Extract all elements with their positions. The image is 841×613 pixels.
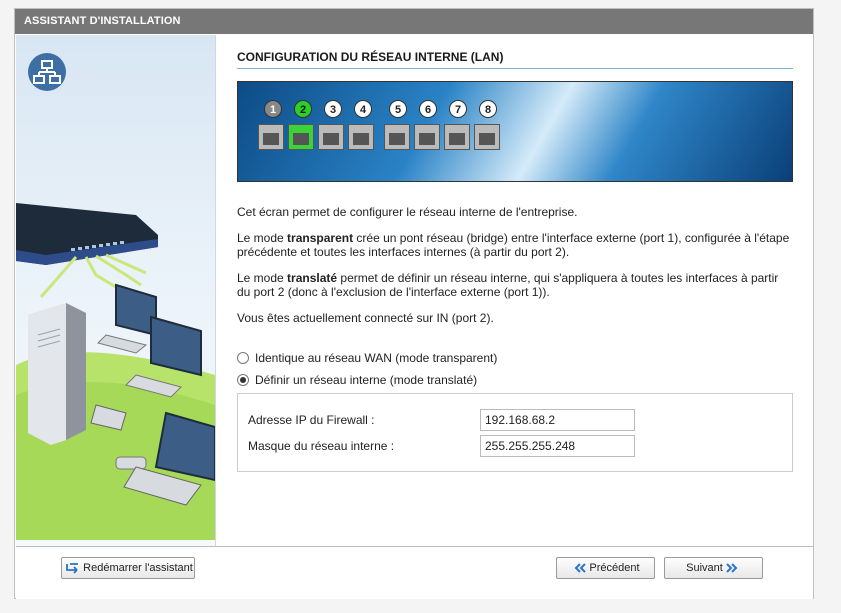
radio-transparent[interactable] xyxy=(237,352,249,364)
translated-description: Le mode translaté permet de définir un r… xyxy=(237,271,779,299)
side-illustration xyxy=(16,35,216,546)
main-panel: CONFIGURATION DU RÉSEAU INTERNE (LAN) 1 … xyxy=(237,35,793,472)
ethernet-port-icon xyxy=(444,124,470,150)
radio-translated-option[interactable]: Définir un réseau interne (mode translat… xyxy=(237,373,793,387)
radio-transparent-option[interactable]: Identique au réseau WAN (mode transparen… xyxy=(237,351,793,365)
network-settings-box: Adresse IP du Firewall : Masque du résea… xyxy=(237,393,793,472)
ethernet-port-icon xyxy=(348,124,374,150)
port-number-8: 8 xyxy=(479,100,497,118)
ethernet-port-icon xyxy=(318,124,344,150)
ethernet-port-icon xyxy=(258,124,284,150)
restart-label: Redémarrer l'assistant xyxy=(83,562,193,574)
netmask-input[interactable] xyxy=(480,435,635,457)
port-jacks xyxy=(258,124,504,150)
wizard-footer: Redémarrer l'assistant Précédent Suivant xyxy=(16,546,813,599)
window-title: ASSISTANT D'INSTALLATION xyxy=(15,9,813,34)
mask-row: Masque du réseau interne : xyxy=(248,435,635,457)
double-chevron-left-icon xyxy=(575,563,587,573)
network-devices-illustration xyxy=(16,203,215,540)
firewall-ip-input[interactable] xyxy=(480,409,635,431)
radio-translated[interactable] xyxy=(237,374,249,386)
double-chevron-right-icon xyxy=(726,563,738,573)
ports-banner: 1 2 3 4 5 6 7 8 xyxy=(237,81,793,182)
mask-label: Masque du réseau interne : xyxy=(248,439,395,453)
ethernet-port-icon xyxy=(288,124,314,150)
connection-status: Vous êtes actuellement connecté sur IN (… xyxy=(237,311,494,325)
port-number-5: 5 xyxy=(389,100,407,118)
port-number-2: 2 xyxy=(294,100,312,118)
intro-text: Cet écran permet de configurer le réseau… xyxy=(237,205,578,219)
ip-row: Adresse IP du Firewall : xyxy=(248,409,635,431)
radio-translated-label: Définir un réseau interne (mode translat… xyxy=(255,373,478,387)
port-number-4: 4 xyxy=(354,100,372,118)
port-number-3: 3 xyxy=(324,100,342,118)
ethernet-port-icon xyxy=(384,124,410,150)
port-numbers: 1 2 3 4 5 6 7 8 xyxy=(264,100,509,118)
port-number-7: 7 xyxy=(449,100,467,118)
ethernet-port-icon xyxy=(474,124,500,150)
restart-wizard-button[interactable]: Redémarrer l'assistant xyxy=(61,557,195,579)
previous-label: Précédent xyxy=(589,562,640,574)
ethernet-port-icon xyxy=(414,124,440,150)
transparent-description: Le mode transparent crée un pont réseau … xyxy=(237,231,790,259)
port-number-6: 6 xyxy=(419,100,437,118)
ip-label: Adresse IP du Firewall : xyxy=(248,413,375,427)
page-title: CONFIGURATION DU RÉSEAU INTERNE (LAN) xyxy=(237,50,793,69)
radio-transparent-label: Identique au réseau WAN (mode transparen… xyxy=(255,351,498,365)
next-button[interactable]: Suivant xyxy=(664,557,763,579)
restart-icon xyxy=(66,563,79,574)
previous-button[interactable]: Précédent xyxy=(556,557,655,579)
wizard-window: ASSISTANT D'INSTALLATION CONFIGURATION D… xyxy=(14,8,814,599)
port-number-1: 1 xyxy=(264,100,282,118)
next-label: Suivant xyxy=(686,562,723,574)
